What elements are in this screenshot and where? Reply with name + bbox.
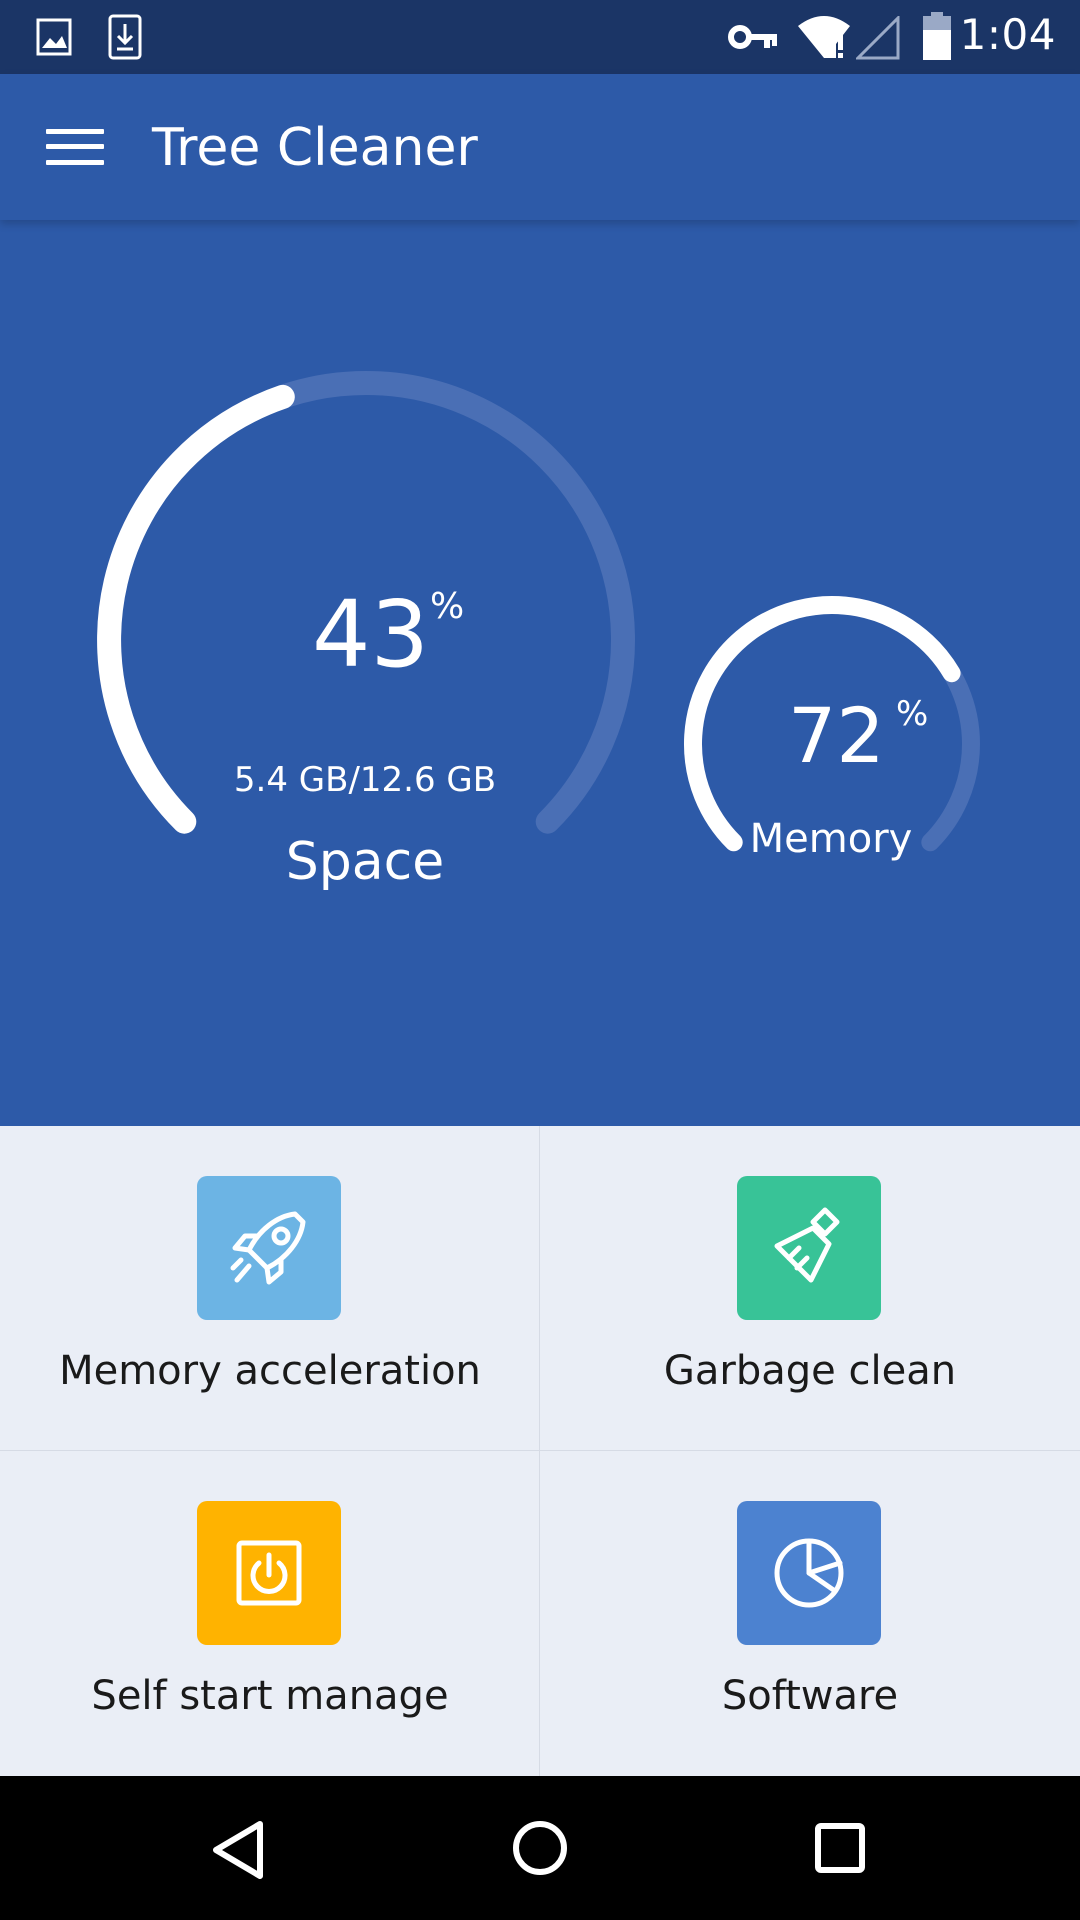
feature-grid: Memory acceleration Garbage clean Self s… (0, 1126, 1080, 1776)
menu-icon[interactable] (46, 129, 104, 165)
status-bar: 1:04 (0, 0, 1080, 74)
status-time: 1:04 (959, 10, 1056, 59)
download-icon (108, 14, 142, 60)
memory-gauge[interactable]: 72 % Memory (700, 690, 962, 890)
rocket-icon (230, 1211, 306, 1285)
power-icon (236, 1540, 302, 1606)
tile-icon-bg (737, 1176, 881, 1320)
tile-self-start-manage[interactable]: Self start manage (0, 1451, 540, 1776)
memory-label: Memory (749, 816, 913, 862)
signal-icon (856, 16, 900, 60)
back-icon[interactable] (210, 1820, 266, 1880)
brush-icon (774, 1207, 840, 1283)
tile-label: Garbage clean (663, 1348, 957, 1394)
home-icon[interactable] (512, 1820, 568, 1876)
space-percent-unit: % (430, 586, 465, 627)
tile-label: Self start manage (91, 1673, 449, 1719)
pie-chart-icon (774, 1538, 844, 1608)
navigation-bar (0, 1776, 1080, 1920)
space-label: Space (285, 832, 445, 892)
app-title: Tree Cleaner (152, 118, 478, 178)
space-gauge[interactable]: 43 % 5.4 GB/12.6 GB Space (180, 580, 550, 892)
space-detail: 5.4 GB/12.6 GB (233, 760, 497, 800)
tile-software[interactable]: Software (540, 1451, 1080, 1776)
space-percent-value: 43 (312, 581, 430, 688)
tile-icon-bg (737, 1501, 881, 1645)
image-icon (36, 18, 72, 56)
app-bar: Tree Cleaner (0, 74, 1080, 220)
tile-label: Memory acceleration (59, 1348, 481, 1394)
tile-garbage-clean[interactable]: Garbage clean (540, 1126, 1080, 1451)
tile-icon-bg (197, 1501, 341, 1645)
memory-percent-unit: % (896, 694, 929, 734)
wifi-alert-icon (798, 16, 850, 58)
battery-icon (923, 12, 951, 60)
gauges-panel: 43 % 5.4 GB/12.6 GB Space 72 % Memory (0, 220, 1080, 1126)
tile-memory-acceleration[interactable]: Memory acceleration (0, 1126, 540, 1451)
tile-icon-bg (197, 1176, 341, 1320)
recents-icon[interactable] (814, 1822, 866, 1874)
tile-label: Software (721, 1673, 899, 1719)
memory-percent-value: 72 (788, 691, 885, 780)
vpn-key-icon (728, 25, 777, 49)
